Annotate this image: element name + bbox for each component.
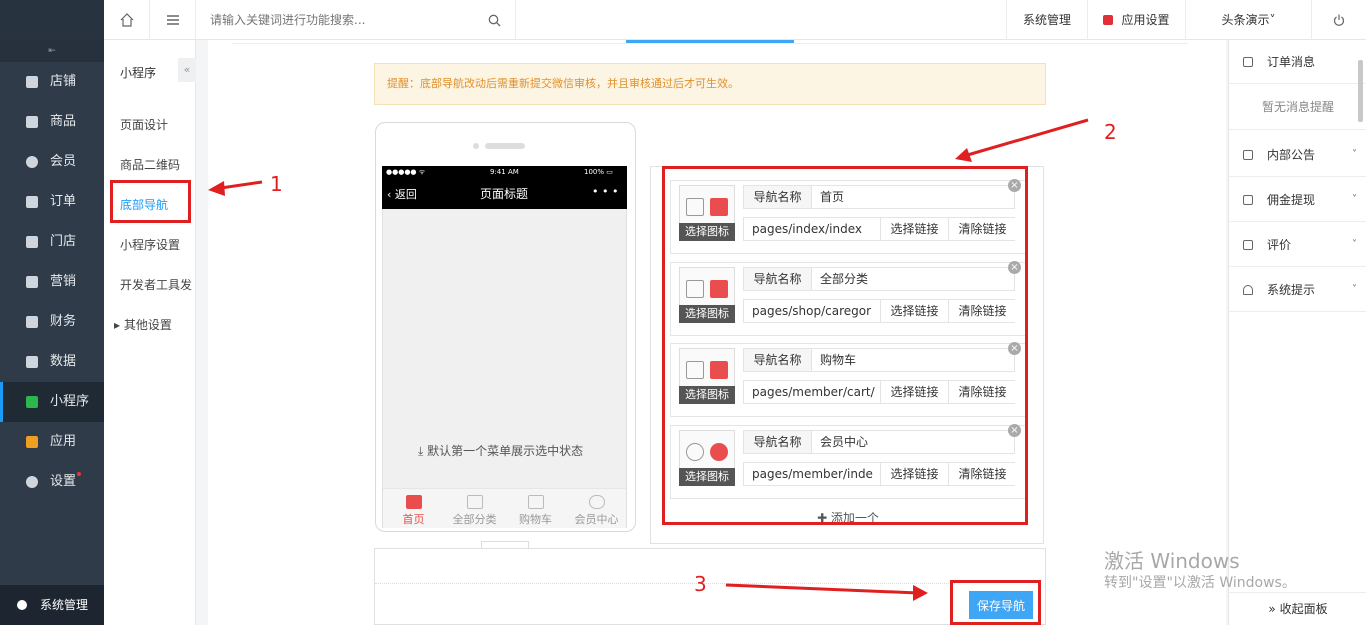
review-label: 评价 (1267, 238, 1292, 252)
comment-icon (1243, 240, 1253, 250)
document-icon (1243, 57, 1253, 67)
system-tip-item[interactable]: 系统提示 ˅ (1229, 268, 1366, 312)
system-tip-label: 系统提示 (1267, 283, 1316, 297)
chevron-down-icon: ˅ (1352, 284, 1357, 295)
bell-icon (1243, 285, 1253, 295)
annotation-arrows (208, 118, 1089, 601)
chevron-down-icon: ˅ (1352, 149, 1357, 160)
right-panel: 订单消息 暂无消息提醒 内部公告 ˅ 佣金提现 ˅ 评价 ˅ 系统提示 ˅ » 收起面板 (1228, 40, 1366, 625)
windows-activation-hint: 转到"设置"以激活 Windows。 (1104, 575, 1296, 591)
no-messages-text: 暂无消息提醒 (1229, 84, 1366, 130)
annotation-label-1: 1 (270, 172, 283, 196)
collapse-panel-button[interactable]: » 收起面板 (1229, 592, 1366, 625)
order-messages-label: 订单消息 (1267, 55, 1316, 69)
wallet-icon (1243, 195, 1253, 205)
review-item[interactable]: 评价 ˅ (1229, 223, 1366, 267)
announcement-item[interactable]: 内部公告 ˅ (1229, 133, 1366, 177)
chevron-down-icon: ˅ (1352, 194, 1357, 205)
speaker-icon (1243, 150, 1253, 160)
scrollbar-thumb[interactable] (1358, 60, 1363, 122)
announcement-label: 内部公告 (1267, 148, 1316, 162)
chevron-down-icon: ˅ (1352, 239, 1357, 250)
order-messages-item[interactable]: 订单消息 (1229, 40, 1366, 84)
windows-activation-title: 激活 Windows (1104, 549, 1240, 573)
commission-label: 佣金提现 (1267, 193, 1316, 207)
annotation-label-3: 3 (694, 572, 707, 596)
annotation-label-2: 2 (1104, 120, 1117, 144)
commission-item[interactable]: 佣金提现 ˅ (1229, 178, 1366, 222)
